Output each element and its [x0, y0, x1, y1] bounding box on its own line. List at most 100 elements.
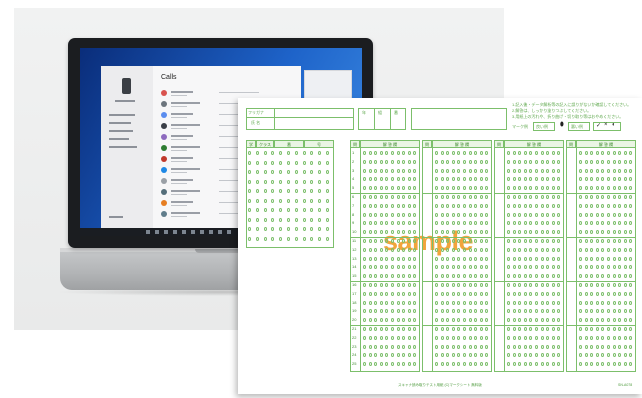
answer-bubble[interactable]: [595, 274, 599, 279]
answer-bubble[interactable]: [368, 300, 372, 305]
answer-bubble[interactable]: [540, 318, 544, 323]
id-bubble[interactable]: [279, 198, 283, 203]
answer-bubble[interactable]: [551, 274, 555, 279]
answer-bubble[interactable]: [396, 353, 400, 358]
answer-bubble[interactable]: [551, 291, 555, 296]
answer-bubble[interactable]: [435, 203, 438, 208]
answer-bubble[interactable]: [579, 159, 582, 164]
id-bubble[interactable]: [326, 170, 329, 174]
answer-bubble[interactable]: [379, 291, 383, 296]
answer-bubble[interactable]: [623, 168, 627, 173]
answer-bubble[interactable]: [546, 300, 550, 305]
answer-bubble[interactable]: [407, 247, 411, 252]
answer-bubble[interactable]: [540, 274, 544, 279]
answer-bubble[interactable]: [440, 265, 444, 270]
id-bubble[interactable]: [263, 151, 267, 155]
id-bubble[interactable]: [294, 189, 298, 193]
answer-bubble[interactable]: [512, 186, 516, 191]
answer-bubble[interactable]: [507, 212, 510, 217]
answer-bubble[interactable]: [540, 221, 544, 226]
answer-bubble[interactable]: [446, 168, 450, 173]
id-bubble[interactable]: [248, 160, 251, 165]
answer-bubble[interactable]: [407, 230, 411, 235]
answer-bubble[interactable]: [479, 151, 483, 155]
answer-bubble[interactable]: [523, 344, 527, 349]
answer-bubble[interactable]: [468, 159, 472, 164]
answer-bubble[interactable]: [507, 327, 510, 331]
answer-bubble[interactable]: [607, 168, 610, 173]
answer-bubble[interactable]: [612, 327, 616, 331]
answer-bubble[interactable]: [612, 291, 616, 296]
id-bubble[interactable]: [248, 208, 251, 212]
answer-bubble[interactable]: [451, 300, 455, 305]
answer-bubble[interactable]: [584, 335, 588, 340]
id-bubble[interactable]: [248, 227, 251, 231]
answer-bubble[interactable]: [612, 230, 616, 235]
answer-bubble[interactable]: [396, 168, 400, 173]
id-bubble[interactable]: [263, 170, 267, 174]
answer-bubble[interactable]: [579, 168, 582, 173]
answer-bubble[interactable]: [623, 362, 627, 367]
answer-bubble[interactable]: [407, 291, 411, 296]
answer-bubble[interactable]: [407, 168, 411, 173]
answer-bubble[interactable]: [551, 318, 555, 323]
answer-bubble[interactable]: [440, 309, 444, 314]
answer-bubble[interactable]: [435, 151, 438, 155]
answer-bubble[interactable]: [584, 362, 588, 367]
answer-bubble[interactable]: [474, 212, 478, 217]
id-bubble[interactable]: [255, 227, 259, 231]
answer-bubble[interactable]: [474, 344, 478, 349]
answer-bubble[interactable]: [523, 318, 527, 323]
answer-bubble[interactable]: [607, 283, 610, 287]
answer-bubble[interactable]: [590, 344, 594, 349]
answer-bubble[interactable]: [368, 177, 372, 182]
answer-bubble[interactable]: [518, 256, 522, 261]
answer-bubble[interactable]: [396, 151, 400, 155]
answer-bubble[interactable]: [512, 353, 516, 358]
answer-bubble[interactable]: [396, 283, 400, 287]
id-bubble[interactable]: [279, 236, 283, 241]
answer-bubble[interactable]: [595, 230, 599, 235]
answer-bubble[interactable]: [507, 344, 510, 349]
answer-bubble[interactable]: [612, 362, 616, 367]
id-bubble[interactable]: [263, 198, 267, 203]
answer-bubble[interactable]: [368, 168, 372, 173]
answer-bubble[interactable]: [440, 159, 444, 164]
answer-bubble[interactable]: [535, 327, 538, 331]
answer-bubble[interactable]: [590, 300, 594, 305]
answer-bubble[interactable]: [512, 291, 516, 296]
answer-bubble[interactable]: [446, 256, 450, 261]
answer-bubble[interactable]: [535, 203, 538, 208]
answer-bubble[interactable]: [623, 300, 627, 305]
answer-bubble[interactable]: [607, 327, 610, 331]
id-bubble[interactable]: [294, 227, 298, 231]
answer-bubble[interactable]: [612, 309, 616, 314]
answer-bubble[interactable]: [440, 247, 444, 252]
answer-bubble[interactable]: [407, 212, 411, 217]
answer-bubble[interactable]: [440, 318, 444, 323]
answer-bubble[interactable]: [379, 212, 383, 217]
answer-bubble[interactable]: [590, 212, 594, 217]
answer-bubble[interactable]: [623, 230, 627, 235]
answer-bubble[interactable]: [595, 186, 599, 191]
answer-bubble[interactable]: [379, 300, 383, 305]
id-bubble[interactable]: [255, 189, 259, 193]
answer-bubble[interactable]: [374, 256, 378, 261]
answer-bubble[interactable]: [512, 318, 516, 323]
answer-bubble[interactable]: [595, 256, 599, 261]
answer-bubble[interactable]: [595, 327, 599, 331]
answer-bubble[interactable]: [540, 344, 544, 349]
answer-bubble[interactable]: [363, 159, 366, 164]
answer-bubble[interactable]: [440, 168, 444, 173]
answer-bubble[interactable]: [507, 300, 510, 305]
answer-bubble[interactable]: [607, 159, 610, 164]
answer-bubble[interactable]: [607, 335, 610, 340]
answer-bubble[interactable]: [368, 291, 372, 296]
answer-bubble[interactable]: [435, 159, 438, 164]
answer-bubble[interactable]: [535, 151, 538, 155]
id-bubble[interactable]: [248, 198, 251, 203]
answer-bubble[interactable]: [363, 212, 366, 217]
answer-bubble[interactable]: [435, 283, 438, 287]
answer-bubble[interactable]: [512, 177, 516, 182]
answer-bubble[interactable]: [523, 291, 527, 296]
